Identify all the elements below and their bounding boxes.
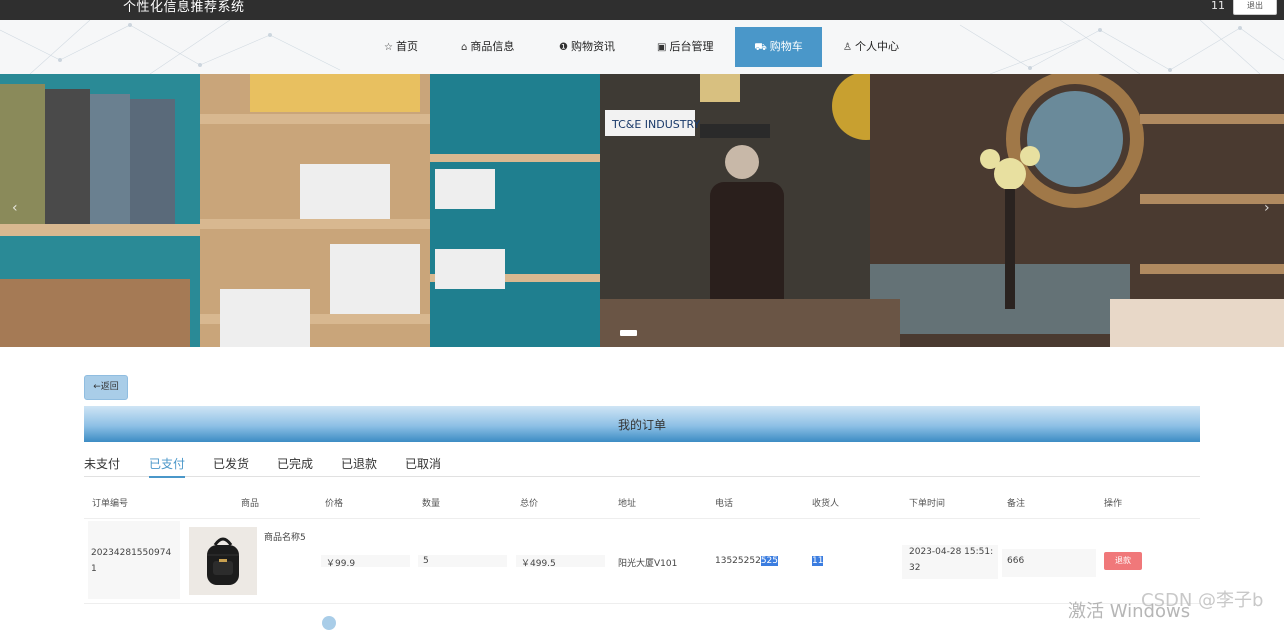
table-header: 订单编号 商品 价格 数量 总价 地址 电话 收货人 下单时间 备注 操作 (84, 490, 1200, 519)
column-header: 订单编号 (92, 499, 129, 509)
refund-button[interactable]: 退款 (1104, 552, 1142, 570)
nav-label: 首页 (395, 40, 418, 53)
nav-cart[interactable]: ⛟ 购物车 (735, 27, 822, 67)
carousel-next-icon[interactable]: › (1264, 200, 1270, 216)
main-nav: ☆ 首页 ⌂ 商品信息 ❶ 购物资讯 ▣ 后台管理 ⛟ 购物车 ♙ 个人中心 (0, 20, 1284, 74)
order-number-tail: 1 (91, 564, 97, 574)
nav-label: 个人中心 (854, 40, 899, 53)
price: ￥99.9 (326, 559, 356, 569)
product-thumbnail[interactable] (189, 527, 257, 595)
bag-icon: ⌂ (461, 42, 468, 53)
column-header: 下单时间 (909, 499, 946, 509)
order-no-cell (88, 521, 180, 599)
nav-network-pattern (0, 20, 1284, 74)
nav-label: 后台管理 (669, 40, 714, 53)
shop-sign: TC&E INDUSTRY (611, 118, 700, 131)
address: 阳光大厦V101 (618, 559, 678, 569)
tab-unpaid[interactable]: 未支付 (84, 455, 120, 476)
info-icon: ❶ (559, 42, 568, 53)
column-header: 价格 (325, 499, 344, 509)
tab-paid[interactable]: 已支付 (149, 455, 186, 478)
nav-products[interactable]: ⌂ 商品信息 (461, 20, 514, 74)
top-bar: 个性化信息推荐系统 11 退出 (0, 0, 1284, 20)
nav-news[interactable]: ❶ 购物资讯 (559, 20, 615, 74)
banner-carousel[interactable]: TC&E INDUSTRY ‹ › (0, 74, 1284, 347)
carousel-prev-icon[interactable]: ‹ (12, 200, 18, 216)
user-icon: ♙ (843, 42, 852, 53)
table-row: 20234281550974 1 商品名称5 ￥99.9 5 ￥499.5 阳光… (84, 519, 1200, 604)
pagination-dot[interactable] (322, 616, 336, 630)
site-title: 个性化信息推荐系统 (123, 0, 245, 15)
nav-profile[interactable]: ♙ 个人中心 (843, 20, 899, 74)
cart-icon: ⛟ (754, 42, 767, 53)
quantity: 5 (423, 556, 429, 566)
current-user[interactable]: 11 (1211, 0, 1225, 12)
total-price: ￥499.5 (521, 559, 556, 569)
tab-refunded[interactable]: 已退款 (341, 455, 377, 476)
column-header: 备注 (1007, 499, 1026, 509)
order-number: 20234281550974 (91, 548, 172, 558)
nav-home[interactable]: ☆ 首页 (384, 20, 418, 74)
phone-selected-text: 525 (760, 556, 778, 566)
tab-shipped[interactable]: 已发货 (213, 455, 249, 476)
tab-cancelled[interactable]: 已取消 (405, 455, 441, 476)
column-header: 收货人 (812, 499, 840, 509)
gift-icon: ▣ (657, 42, 667, 53)
windows-activation-watermark: 激活 Windows (1068, 601, 1191, 622)
nav-label: 购物资讯 (570, 40, 615, 53)
back-button[interactable]: ←返回 (84, 375, 128, 400)
phone: 13525252525 (715, 556, 778, 566)
nav-label: 购物车 (769, 40, 803, 53)
order-time-tail: 32 (909, 563, 921, 573)
phone-text: 13525252 (715, 556, 761, 566)
remark: 666 (1007, 556, 1025, 566)
panel-title: 我的订单 (84, 406, 1200, 442)
column-header: 电话 (715, 499, 734, 509)
tab-completed[interactable]: 已完成 (277, 455, 313, 476)
carousel-indicator[interactable] (620, 330, 637, 336)
receiver: 11 (812, 556, 824, 566)
cell-shade (418, 555, 507, 567)
product-name: 商品名称5 (264, 533, 306, 543)
nav-admin[interactable]: ▣ 后台管理 (657, 20, 713, 74)
star-icon: ☆ (384, 42, 393, 53)
order-time: 2023-04-28 15:51: (909, 547, 994, 557)
nav-label: 商品信息 (470, 40, 515, 53)
column-header: 操作 (1104, 499, 1123, 509)
banner-image: TC&E INDUSTRY (0, 74, 1284, 347)
column-header: 地址 (618, 499, 637, 509)
column-header: 商品 (241, 499, 260, 509)
column-header: 总价 (520, 499, 539, 509)
order-status-tabs: 未支付 已支付 已发货 已完成 已退款 已取消 (84, 452, 1200, 478)
column-header: 数量 (422, 499, 441, 509)
logout-button[interactable]: 退出 (1233, 0, 1277, 15)
